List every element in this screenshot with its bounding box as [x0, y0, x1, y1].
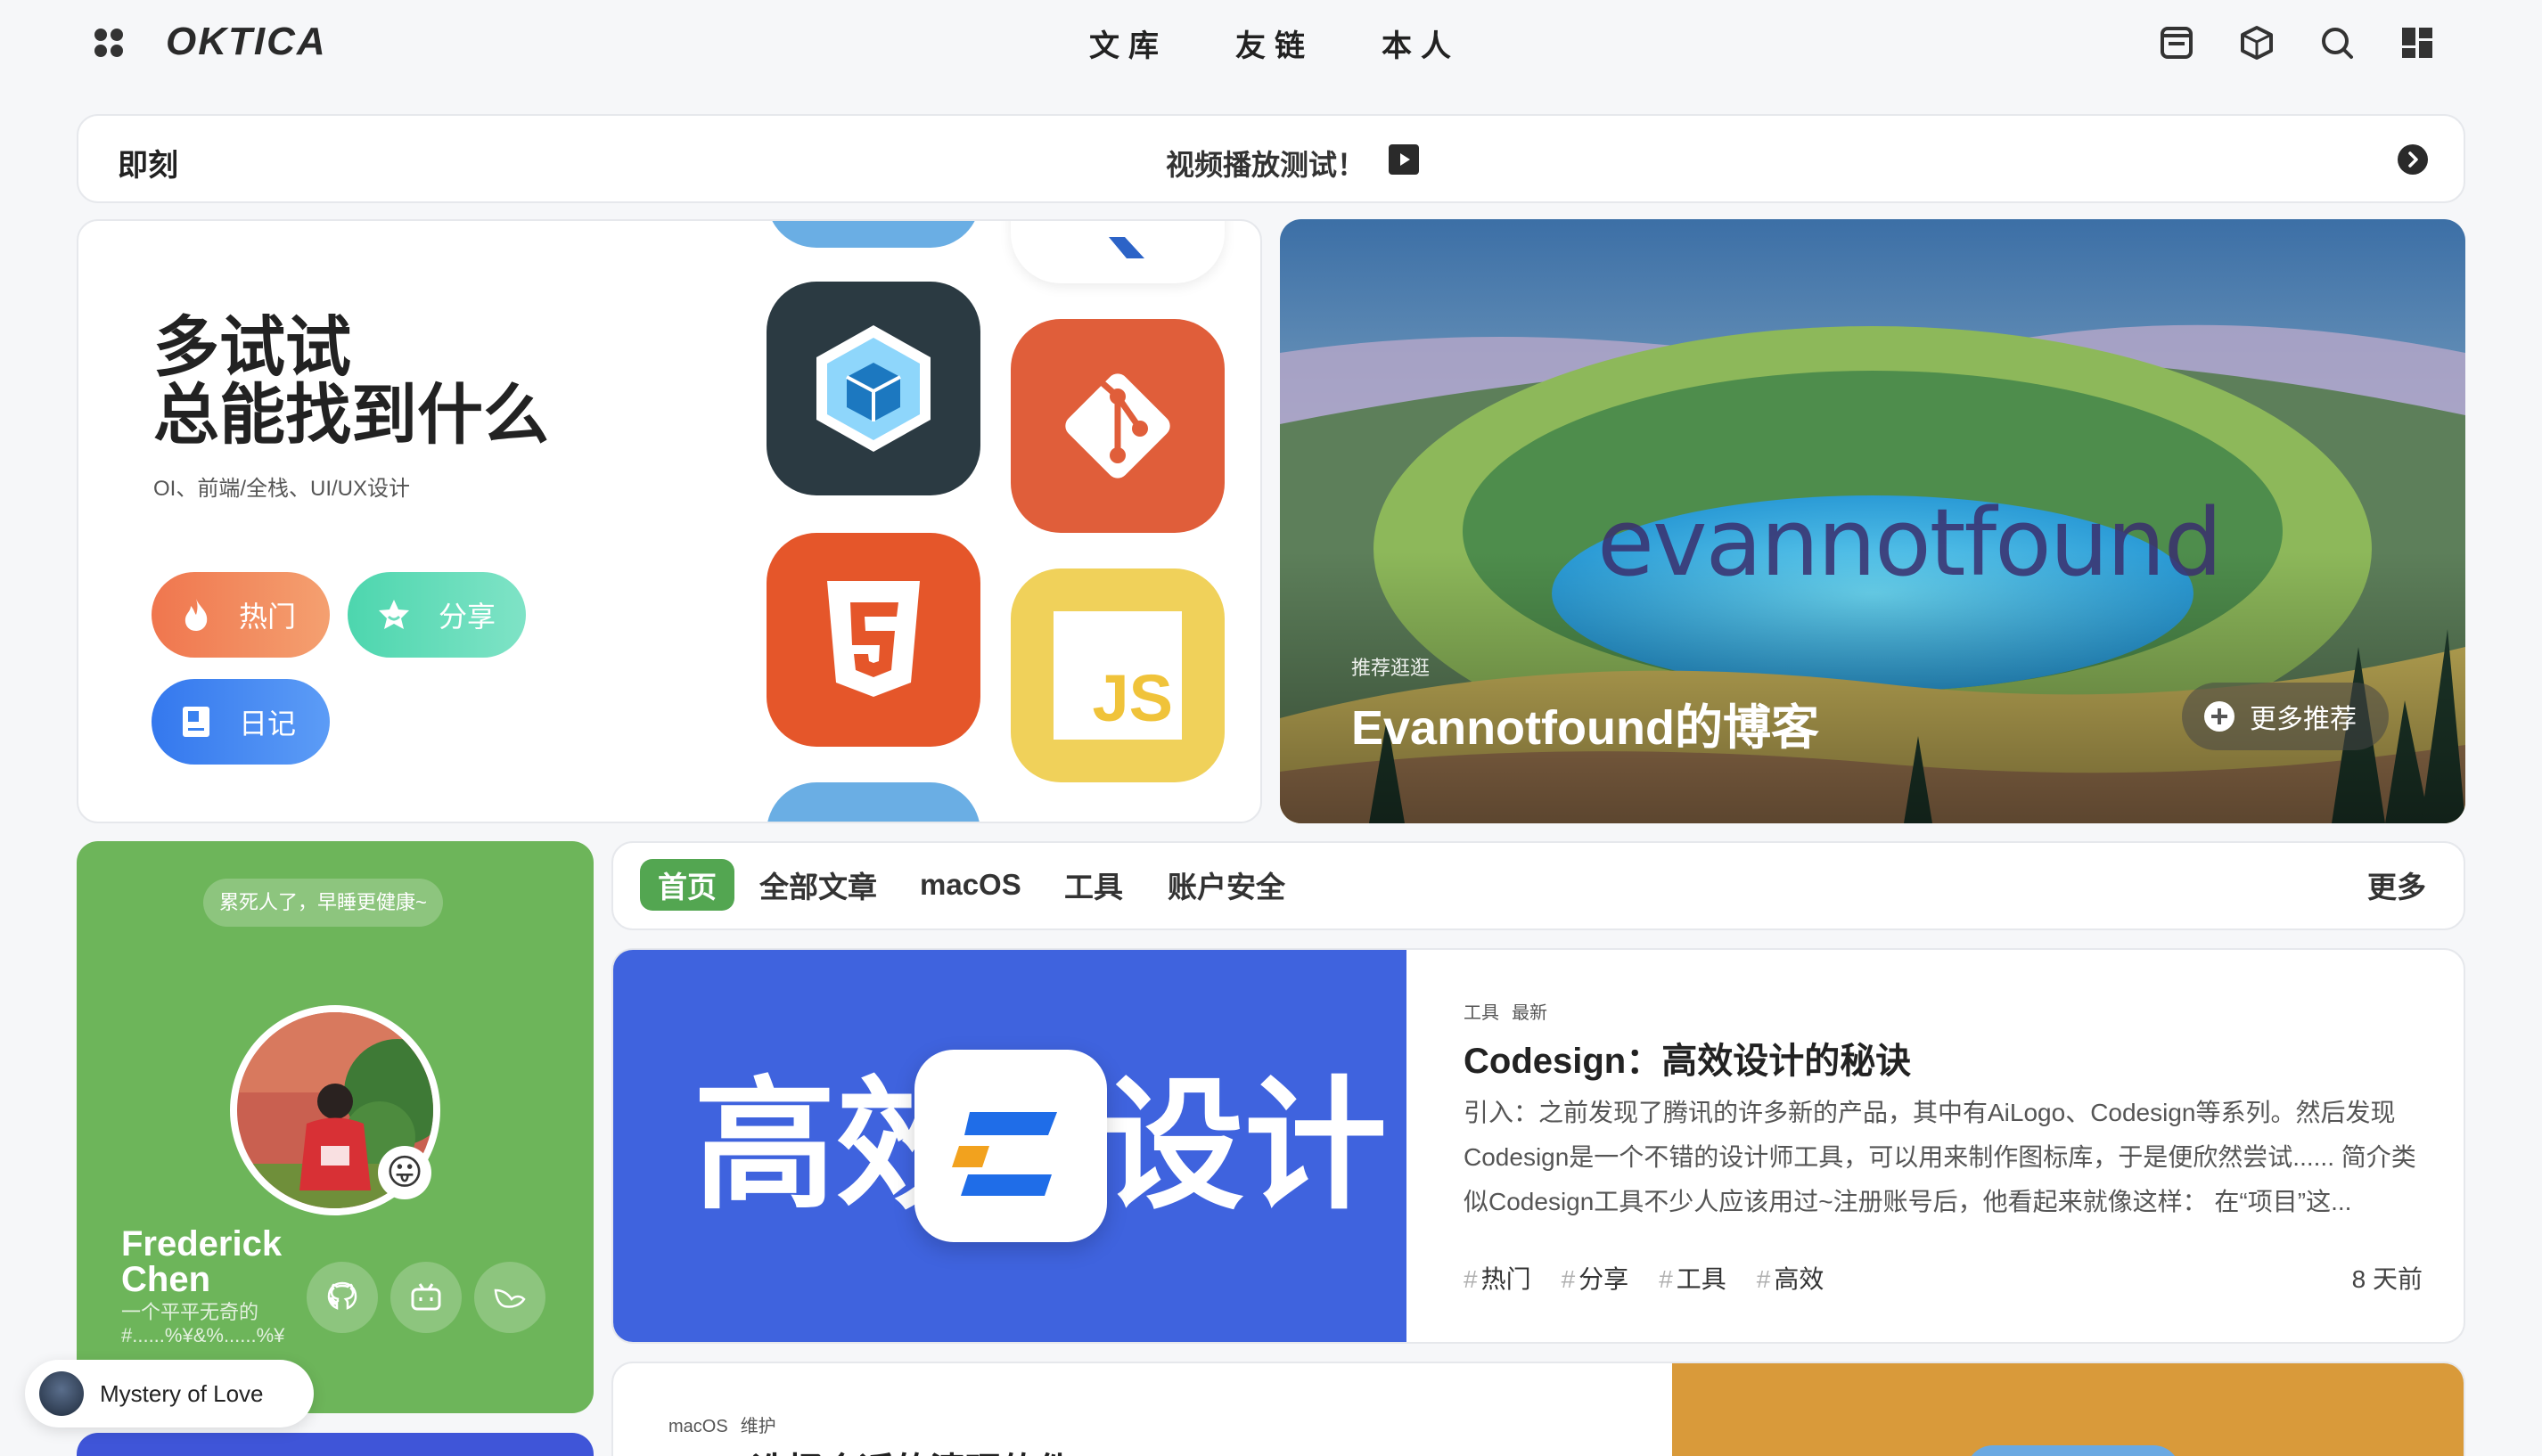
post-tag[interactable]: # 分享	[1562, 1260, 1629, 1296]
tab-tools[interactable]: 工具	[1046, 859, 1141, 911]
post-cat[interactable]: 工具	[1464, 1003, 1499, 1023]
post-time: 8 天前	[2351, 1265, 2423, 1293]
tile-partial-top-left	[767, 221, 980, 248]
inbox-icon[interactable]	[2155, 21, 2198, 64]
html5-icon	[827, 581, 920, 697]
ticker-text[interactable]: 视频播放测试！	[1166, 143, 1365, 184]
ticker-label: 即刻	[118, 149, 178, 183]
tab-all-posts[interactable]: 全部文章	[742, 859, 895, 911]
cube-icon[interactable]	[2235, 21, 2278, 64]
profile-name-line2: Chen	[121, 1260, 210, 1299]
profile-status: 累死人了，早睡更健康~	[203, 879, 443, 927]
more-categories-link[interactable]: 更多	[2349, 859, 2444, 911]
nav-friends[interactable]: 友链	[1235, 21, 1314, 65]
star-badge-icon	[379, 600, 409, 629]
hot-button[interactable]: 热门	[152, 572, 330, 658]
search-icon[interactable]	[2316, 21, 2358, 64]
profile-name-line1: Frederick	[121, 1224, 283, 1264]
github-icon	[327, 1281, 357, 1310]
codesign-logo-icon	[914, 1050, 1107, 1242]
post-cats: 工具 最新	[1464, 998, 1547, 1024]
html5-tile	[767, 533, 980, 747]
tab-home[interactable]: 首页	[640, 859, 734, 911]
music-title: Mystery of Love	[100, 1379, 264, 1407]
post-tag[interactable]: # 高效	[1757, 1260, 1824, 1296]
profile-bio: 一个平平无奇的#......%¥&%......%¥	[121, 1301, 285, 1346]
post-title[interactable]: Codesign：高效设计的秘诀	[1464, 1032, 1911, 1084]
flame-icon	[184, 599, 208, 631]
book-icon	[183, 707, 209, 737]
webpack-icon	[816, 325, 931, 452]
bilibili-button[interactable]	[390, 1262, 462, 1333]
hero-title-line2: 总能找到什么	[153, 378, 549, 452]
tab-macos[interactable]: macOS	[902, 859, 1039, 911]
profile-card: 累死人了，早睡更健康~ 😛 Frederick Chen 一个平平无奇的#...…	[77, 841, 594, 1413]
js-icon: JS	[1054, 611, 1182, 740]
nav-about[interactable]: 本人	[1382, 21, 1460, 65]
post-tags: # 热门 # 分享 # 工具 # 高效	[1464, 1260, 1854, 1296]
post-excerpt: 引入：之前发现了腾讯的许多新的产品，其中有AiLogo、Codesign等系列。…	[1464, 1099, 2416, 1215]
share-button-label: 分享	[439, 601, 496, 633]
post-card[interactable]: 高效 设计 工具 最新 Codesign：高效设计的秘诀 引入：之前发现了腾讯的许…	[611, 948, 2465, 1344]
hero-title-line1: 多试试	[153, 310, 351, 384]
ticker-next-icon[interactable]	[2398, 144, 2428, 175]
music-cover	[39, 1371, 84, 1416]
hero-subtitle: OI、前端/全栈、UI/UX设计	[153, 477, 411, 501]
more-recommend-label: 更多推荐	[2250, 705, 2357, 734]
git-tile	[1011, 319, 1225, 533]
featured-title: Evannotfound的博客	[1351, 701, 1819, 755]
post-cat[interactable]: macOS	[668, 1417, 728, 1436]
music-player[interactable]: Mystery of Love	[25, 1360, 314, 1427]
github-button[interactable]	[307, 1262, 378, 1333]
top-nav: OKTICA 文库 友链 本人	[0, 0, 2542, 86]
post-cover: 高效 设计	[613, 950, 1406, 1342]
cover-text-right: 设计	[1102, 1066, 1388, 1225]
bird-icon	[494, 1288, 526, 1308]
video-play-icon[interactable]	[1389, 144, 1419, 175]
tile-partial-bottom	[767, 782, 980, 822]
apps-menu-icon[interactable]	[87, 21, 130, 64]
share-button[interactable]: 分享	[348, 572, 526, 658]
post-cat[interactable]: 最新	[1512, 1003, 1547, 1023]
site-logo[interactable]: OKTICA	[166, 20, 327, 64]
post-tag[interactable]: # 热门	[1464, 1260, 1531, 1296]
featured-label: 推荐逛逛	[1351, 657, 1431, 679]
bird-button[interactable]	[474, 1262, 545, 1333]
plus-circle-icon	[2204, 701, 2234, 732]
post-title[interactable]: CC - 选择合适的清理软件	[668, 1442, 1072, 1456]
post-cats: macOS 维护	[668, 1411, 776, 1437]
tile-partial-top-right	[1011, 221, 1225, 283]
diary-button-label: 日记	[239, 708, 297, 740]
git-icon	[1065, 373, 1170, 479]
post-tag[interactable]: # 工具	[1659, 1260, 1726, 1296]
post-cover	[1672, 1363, 2464, 1456]
profile-name: Frederick Chen	[121, 1226, 282, 1297]
hot-button-label: 热门	[239, 601, 297, 633]
hero-card: 多试试 总能找到什么 OI、前端/全栈、UI/UX设计 热门 分享 日记 JS	[77, 219, 1262, 823]
more-recommend-button[interactable]: 更多推荐	[2182, 683, 2389, 750]
post-cat[interactable]: 维护	[741, 1417, 776, 1436]
webpack-tile	[767, 282, 980, 495]
post-card[interactable]: macOS 维护 CC - 选择合适的清理软件	[611, 1362, 2465, 1456]
avatar-emoji-badge: 😛	[378, 1146, 431, 1199]
bilibili-icon	[411, 1283, 441, 1311]
hero-title: 多试试 总能找到什么	[153, 314, 549, 449]
diary-button[interactable]: 日记	[152, 679, 330, 765]
js-tile: JS	[1011, 568, 1225, 782]
featured-banner[interactable]: evannotfound 推荐逛逛 Evannotfound的博客 更多推荐	[1280, 219, 2465, 823]
tab-security[interactable]: 账户安全	[1150, 859, 1303, 911]
dashboard-icon[interactable]	[2396, 21, 2439, 64]
moments-ticker[interactable]: 即刻 视频播放测试！	[77, 114, 2465, 203]
next-sidebar-card	[77, 1433, 594, 1456]
nav-library[interactable]: 文库	[1089, 21, 1168, 65]
featured-watermark: evannotfound	[1597, 488, 2223, 597]
js-tile-text: JS	[1092, 661, 1173, 735]
